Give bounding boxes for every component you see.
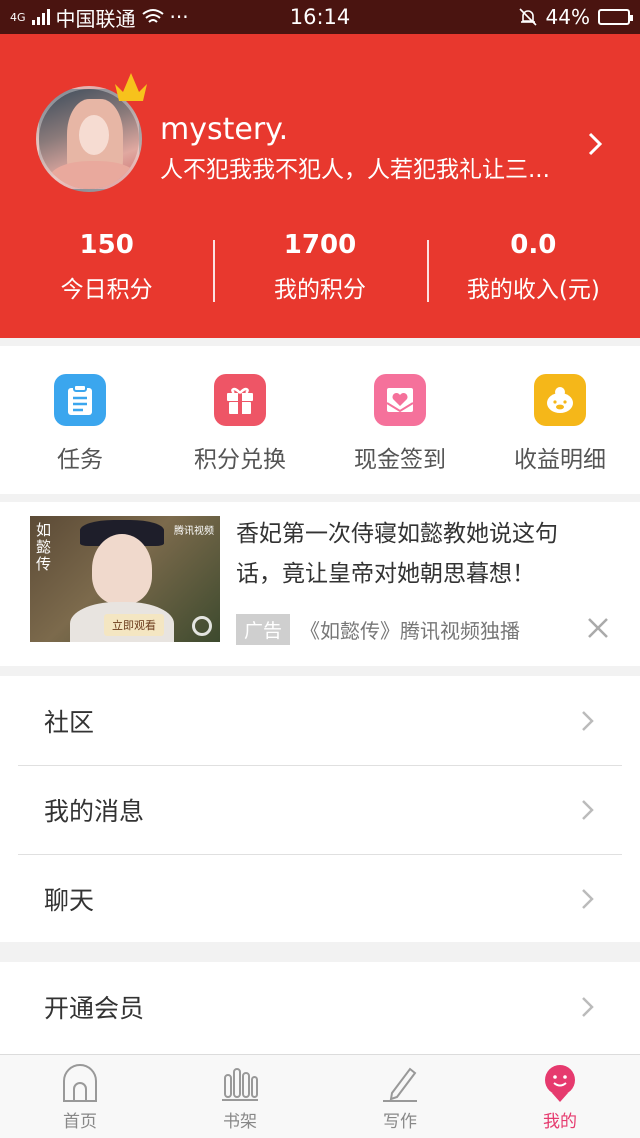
- chevron-right-icon: [582, 799, 594, 820]
- menu-group-main: 社区 我的消息 聊天: [0, 676, 640, 942]
- tab-label: 我的: [543, 1112, 577, 1132]
- stat-value: 1700: [283, 230, 357, 260]
- menu-item-messages[interactable]: 我的消息: [0, 765, 640, 854]
- username: mystery.: [160, 112, 289, 147]
- chevron-right-icon: [582, 996, 594, 1017]
- mute-bell-icon: [518, 8, 537, 26]
- ad-image[interactable]: 如懿传 腾讯视频 立即观看: [30, 516, 220, 642]
- profile-icon: [545, 1065, 575, 1102]
- home-icon: [63, 1064, 97, 1102]
- menu-item-label: 开通会员: [44, 993, 145, 1023]
- ad-image-title: 如懿传: [36, 521, 52, 573]
- battery-icon: [598, 9, 633, 25]
- pen-icon: [383, 1067, 417, 1102]
- tab-me[interactable]: 我的: [480, 1055, 640, 1138]
- avatar-container[interactable]: [36, 73, 147, 192]
- menu-item-chat[interactable]: 聊天: [0, 854, 640, 943]
- clipboard-icon: [54, 374, 106, 426]
- chevron-right-icon: [582, 710, 594, 731]
- battery-percent: 44%: [545, 5, 590, 29]
- stat-today-points[interactable]: 150 今日积分: [0, 230, 213, 304]
- action-label: 收益明细: [514, 447, 606, 473]
- heart-envelope-icon: [374, 374, 426, 426]
- tab-write[interactable]: 写作: [320, 1055, 480, 1138]
- menu-group-membership: 开通会员: [0, 962, 640, 1054]
- stat-value: 150: [79, 230, 134, 260]
- menu-item-label: 我的消息: [44, 796, 145, 826]
- action-label: 积分兑换: [194, 447, 286, 473]
- chevron-right-icon: [582, 888, 594, 909]
- action-points-exchange[interactable]: 积分兑换: [160, 346, 320, 494]
- tab-label: 写作: [383, 1112, 417, 1132]
- wifi-icon: [141, 9, 164, 23]
- tab-home[interactable]: 首页: [0, 1055, 160, 1138]
- stats-row: 150 今日积分 1700 我的积分 0.0 我的收入(元): [0, 230, 640, 304]
- stat-label: 我的收入(元): [466, 277, 600, 303]
- action-label: 任务: [57, 447, 103, 473]
- status-bar: 4G 中国联通 ··· 16:14 44%: [0, 0, 640, 34]
- ad-image-brand: 腾讯视频: [174, 526, 214, 537]
- piggy-bank-icon: [534, 374, 586, 426]
- menu-item-open-membership[interactable]: 开通会员: [0, 962, 640, 1051]
- close-icon[interactable]: [584, 614, 612, 642]
- signal-icon: [31, 9, 50, 25]
- action-label: 现金签到: [354, 447, 446, 473]
- action-income-details[interactable]: 收益明细: [480, 346, 640, 494]
- profile-header[interactable]: mystery. 人不犯我我不犯人，人若犯我礼让三... 150 今日积分 17…: [0, 34, 640, 338]
- stat-label: 我的积分: [273, 277, 366, 303]
- more-dots: ···: [169, 5, 189, 29]
- bookshelf-icon: [222, 1068, 258, 1101]
- menu-item-label: 社区: [44, 707, 95, 737]
- tab-label: 书架: [223, 1112, 257, 1132]
- action-tasks[interactable]: 任务: [0, 346, 160, 494]
- ad-title[interactable]: 香妃第一次侍寝如懿教她说这句话，竟让皇帝对她朝思暮想！: [236, 514, 596, 594]
- tab-bookshelf[interactable]: 书架: [160, 1055, 320, 1138]
- profile-motto: 人不犯我我不犯人，人若犯我礼让三...: [160, 157, 550, 183]
- carrier-name: 中国联通: [55, 6, 136, 31]
- ad-banner[interactable]: 如懿传 腾讯视频 立即观看 香妃第一次侍寝如懿教她说这句话，竟让皇帝对她朝思暮想…: [0, 502, 640, 666]
- ring-icon: [192, 616, 212, 636]
- menu-item-label: 聊天: [44, 885, 95, 915]
- ad-tag: 广告: [236, 614, 291, 645]
- stat-label: 今日积分: [60, 277, 153, 303]
- ad-watch-button[interactable]: 立即观看: [104, 614, 164, 636]
- stat-value: 0.0: [510, 230, 557, 260]
- action-cash-checkin[interactable]: 现金签到: [320, 346, 480, 494]
- network-type: 4G: [10, 10, 26, 24]
- bottom-tab-bar: 首页 书架 写作 我的: [0, 1054, 640, 1138]
- stat-my-points[interactable]: 1700 我的积分: [213, 230, 426, 304]
- crown-icon: [115, 73, 147, 101]
- gift-icon: [214, 374, 266, 426]
- quick-actions: 任务 积分兑换 现金签到 收益明细: [0, 346, 640, 494]
- tab-label: 首页: [63, 1112, 97, 1132]
- stat-my-income[interactable]: 0.0 我的收入(元): [426, 230, 640, 304]
- menu-item-community[interactable]: 社区: [0, 676, 640, 765]
- ad-source: 《如懿传》腾讯视频独播: [300, 619, 520, 643]
- chevron-right-icon[interactable]: [586, 130, 606, 158]
